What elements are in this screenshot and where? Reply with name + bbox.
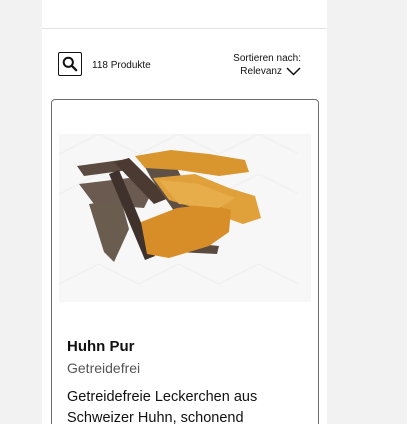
sort-value: Relevanz [240, 66, 282, 77]
product-card[interactable]: Huhn Pur Getreidefrei Getreidefreie Leck… [51, 99, 319, 424]
product-count: 118 Produkte [92, 60, 151, 71]
sort-dropdown[interactable]: Sortieren nach: Relevanz [233, 52, 301, 78]
header-area [42, 0, 327, 29]
product-image[interactable] [58, 133, 311, 302]
search-icon [62, 56, 78, 72]
product-title[interactable]: Huhn Pur [67, 338, 135, 355]
product-description: Getreidefreie Leckerchen aus Schweizer H… [67, 389, 258, 424]
list-toolbar: 118 Produkte Sortieren nach: Relevanz [42, 50, 327, 80]
product-list-page: 118 Produkte Sortieren nach: Relevanz Hu… [42, 0, 327, 424]
product-subtitle: Getreidefrei [67, 360, 141, 376]
search-button[interactable] [58, 52, 82, 76]
sort-label: Sortieren nach: [233, 53, 301, 64]
chevron-down-icon [286, 67, 301, 76]
